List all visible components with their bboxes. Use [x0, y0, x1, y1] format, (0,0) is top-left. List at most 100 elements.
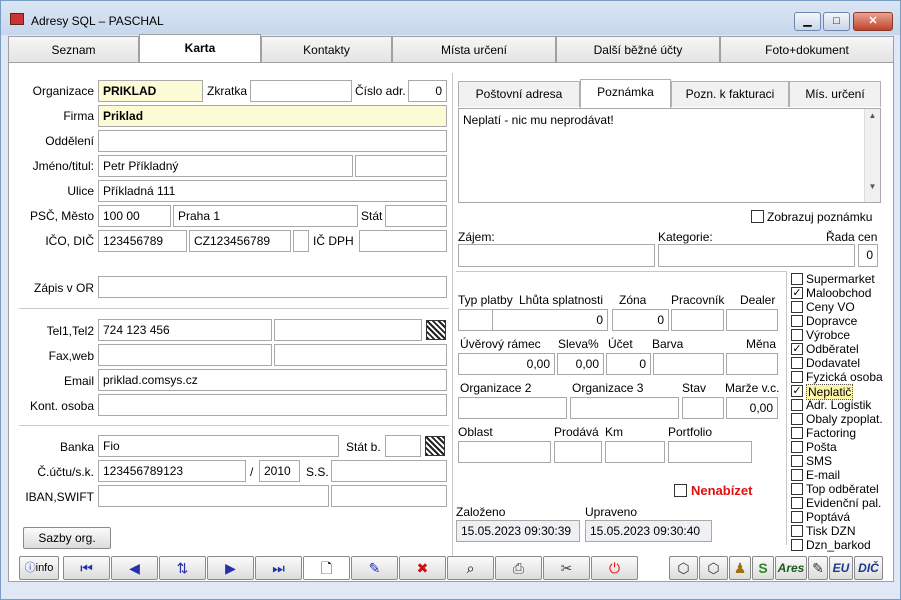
tab-postovni-adresa[interactable]: Poštovní adresa — [458, 81, 580, 107]
map-sk-button[interactable]: ⬡ — [699, 556, 728, 580]
email-field[interactable]: priklad.comsys.cz — [98, 369, 447, 391]
tab-foto-dokument[interactable]: Foto+dokument — [720, 36, 894, 63]
delete-button[interactable]: ✖ — [399, 556, 446, 580]
ss-field[interactable] — [331, 460, 447, 482]
checkbox-4[interactable] — [791, 329, 803, 341]
tab-poznamka[interactable]: Poznámka — [580, 79, 671, 108]
checkbox-1[interactable]: ✓ — [791, 287, 803, 299]
titul-field[interactable] — [355, 155, 447, 177]
tab-pozn-fakturaci[interactable]: Pozn. k fakturaci — [671, 81, 789, 107]
zapis-or-field[interactable] — [98, 276, 447, 298]
note-textarea[interactable]: Neplatí - nic mu neprodávat! ▲ ▼ — [458, 108, 881, 203]
kategorie-field[interactable] — [658, 244, 855, 267]
org3-field[interactable] — [570, 397, 679, 419]
kod-banky-field[interactable]: 2010 — [259, 460, 300, 482]
eu-button[interactable]: EU — [829, 556, 853, 580]
uver-field[interactable]: 0,00 — [458, 353, 555, 375]
checkbox-18[interactable] — [791, 525, 803, 537]
oblast-field[interactable] — [458, 441, 551, 463]
prev-record-button[interactable]: ◀ — [111, 556, 158, 580]
checkbox-9[interactable] — [791, 399, 803, 411]
tab-karta[interactable]: Karta — [139, 34, 261, 63]
dealer-field[interactable] — [726, 309, 778, 331]
zajem-field[interactable] — [458, 244, 655, 267]
tel1-field[interactable]: 724 123 456 — [98, 319, 272, 341]
ares-button[interactable]: Ares — [775, 556, 807, 580]
document-edit-button[interactable]: ✎ — [808, 556, 828, 580]
mena-field[interactable] — [726, 353, 778, 375]
psc-field[interactable]: 100 00 — [98, 205, 171, 227]
ucet-field[interactable]: 123456789123 — [98, 460, 246, 482]
marze-field[interactable]: 0,00 — [726, 397, 778, 419]
sleva-field[interactable]: 0,00 — [557, 353, 604, 375]
checkbox-6[interactable] — [791, 357, 803, 369]
checkbox-10[interactable] — [791, 413, 803, 425]
jmeno-field[interactable]: Petr Příkladný — [98, 155, 353, 177]
sort-button[interactable]: ⇅ — [159, 556, 206, 580]
zkratka-field[interactable] — [250, 80, 352, 102]
tab-dalsi-ucty[interactable]: Další běžné účty — [556, 36, 720, 63]
iban-field[interactable] — [98, 485, 329, 507]
find-button[interactable]: ⌕ — [447, 556, 494, 580]
km-field[interactable] — [605, 441, 665, 463]
tel2-field[interactable] — [274, 319, 422, 341]
tab-seznam[interactable]: Seznam — [8, 36, 139, 63]
org2-field[interactable] — [458, 397, 567, 419]
pracovnik-field[interactable] — [671, 309, 724, 331]
checkbox-19[interactable] — [791, 539, 803, 551]
first-record-button[interactable]: ⏮ — [63, 556, 110, 580]
s-logo-button[interactable]: S — [752, 556, 774, 580]
zona-field[interactable]: 0 — [612, 309, 669, 331]
info-button[interactable]: ⓘinfo — [19, 556, 59, 580]
qr-payment-icon[interactable] — [425, 436, 445, 456]
note-scrollbar[interactable]: ▲ ▼ — [864, 109, 880, 202]
print-button[interactable]: ⎙ — [495, 556, 542, 580]
checkbox-5[interactable]: ✓ — [791, 343, 803, 355]
sazby-org-button[interactable]: Sazby org. — [23, 527, 111, 549]
new-record-button[interactable]: 🗋 — [303, 556, 350, 580]
organizace-field[interactable]: PRIKLAD — [98, 80, 203, 102]
lhuta-field[interactable]: 0 — [492, 309, 608, 331]
ico-field[interactable]: 123456789 — [98, 230, 187, 252]
swift-field[interactable] — [331, 485, 447, 507]
edit-button[interactable]: ✎ — [351, 556, 398, 580]
firma-field[interactable]: Priklad — [98, 105, 447, 127]
dic-flag-field[interactable] — [293, 230, 309, 252]
banka-field[interactable]: Fio — [98, 435, 339, 457]
web-field[interactable] — [274, 344, 447, 366]
fax-field[interactable] — [98, 344, 272, 366]
ucet-r-field[interactable]: 0 — [606, 353, 651, 375]
ic-dph-field[interactable] — [359, 230, 447, 252]
checkbox-8[interactable]: ✓ — [791, 385, 803, 397]
tab-mista-urceni[interactable]: Místa určení — [392, 36, 556, 63]
checkbox-3[interactable] — [791, 315, 803, 327]
oddeleni-field[interactable] — [98, 130, 447, 152]
tab-mis-urceni[interactable]: Mís. určení — [789, 81, 881, 107]
ulice-field[interactable]: Příkladná 111 — [98, 180, 447, 202]
checkbox-0[interactable] — [791, 273, 803, 285]
checkbox-11[interactable] — [791, 427, 803, 439]
checkbox-13[interactable] — [791, 455, 803, 467]
prodava-field[interactable] — [554, 441, 602, 463]
cislo-adr-field[interactable]: 0 — [408, 80, 447, 102]
checkbox-15[interactable] — [791, 483, 803, 495]
checkbox-7[interactable] — [791, 371, 803, 383]
dic-button[interactable]: DIČ — [854, 556, 883, 580]
zobrazuj-checkbox[interactable] — [751, 210, 764, 223]
qr-contact-icon[interactable] — [426, 320, 446, 340]
tools-button[interactable]: ✂ — [543, 556, 590, 580]
close-button[interactable]: ✕ — [853, 12, 893, 31]
stat-field[interactable] — [385, 205, 447, 227]
portfolio-field[interactable] — [668, 441, 752, 463]
map-cz-button[interactable]: ⬡ — [669, 556, 698, 580]
next-record-button[interactable]: ▶ — [207, 556, 254, 580]
kont-osoba-field[interactable] — [98, 394, 447, 416]
barva-field[interactable] — [653, 353, 724, 375]
stav-field[interactable] — [682, 397, 724, 419]
exit-button[interactable]: ⏻ — [591, 556, 638, 580]
checkbox-2[interactable] — [791, 301, 803, 313]
checkbox-17[interactable] — [791, 511, 803, 523]
rada-cen-field[interactable]: 0 — [858, 244, 878, 267]
dic-field[interactable]: CZ123456789 — [189, 230, 291, 252]
figure-button[interactable]: ♟ — [729, 556, 751, 580]
